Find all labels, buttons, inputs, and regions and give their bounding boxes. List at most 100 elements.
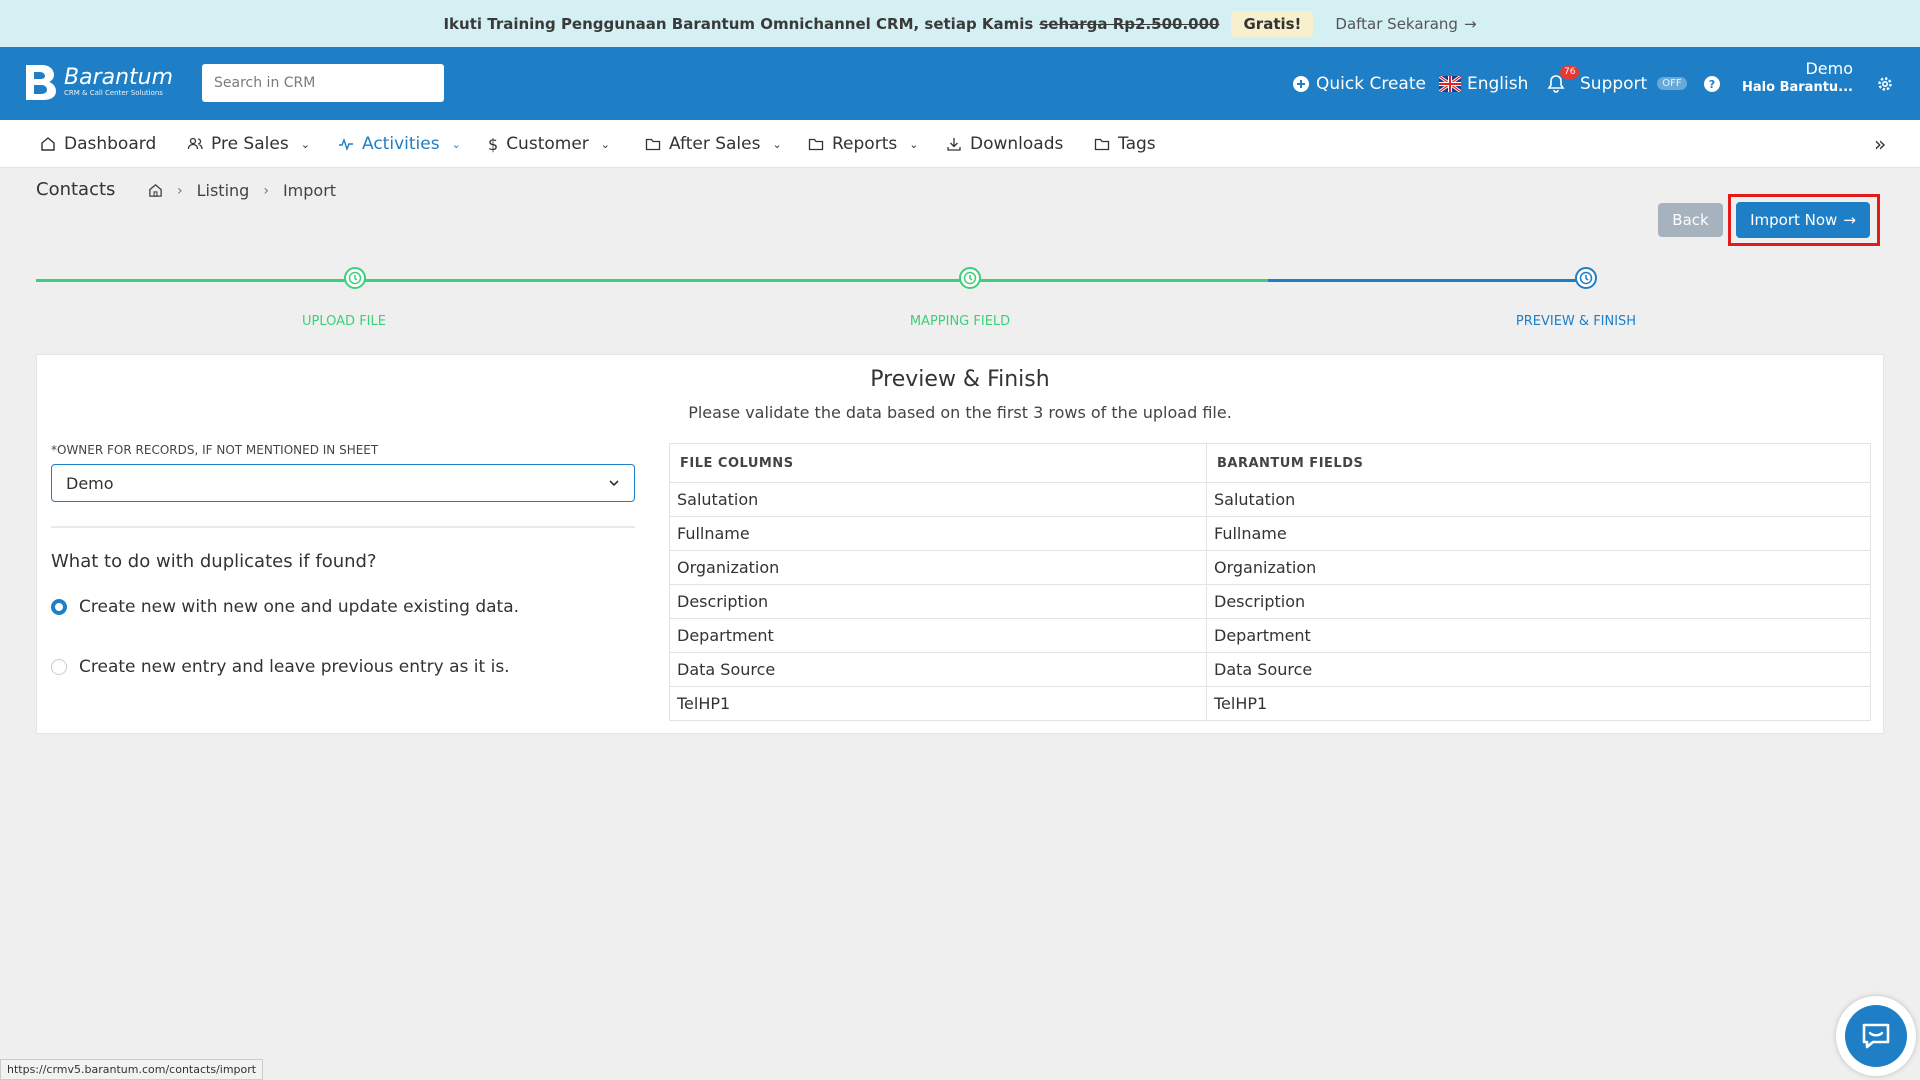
- preview-card: Preview & Finish Please validate the dat…: [36, 354, 1884, 734]
- search-input[interactable]: [202, 64, 444, 102]
- column-header: BARANTUM FIELDS: [1206, 443, 1871, 483]
- chat-widget-button[interactable]: [1836, 996, 1916, 1076]
- gear-icon: [1878, 76, 1892, 91]
- table-cell: Data Source: [669, 652, 1207, 687]
- main-nav: Dashboard Pre Sales ⌄ Activities ⌄ $ Cus…: [0, 120, 1920, 168]
- home-icon: [41, 137, 55, 151]
- duplicate-option-new[interactable]: Create new entry and leave previous entr…: [51, 657, 510, 677]
- nav-reports-label: Reports: [832, 134, 898, 154]
- table-row: Organization Organization: [669, 550, 1871, 585]
- table-row: Description Description: [669, 584, 1871, 619]
- logo[interactable]: Barantum CRM & Call Center Solutions: [24, 63, 173, 101]
- stepper-line-current: [1268, 279, 1586, 282]
- back-button[interactable]: Back: [1658, 203, 1723, 237]
- settings-button[interactable]: [1876, 47, 1894, 120]
- owner-select-value: Demo: [66, 473, 114, 493]
- column-header: FILE COLUMNS: [669, 443, 1207, 483]
- nav-after-sales-label: After Sales: [669, 134, 761, 154]
- preview-subtitle: Please validate the data based on the fi…: [688, 403, 1232, 422]
- support-label: Support: [1580, 73, 1648, 94]
- table-row: Data Source Data Source: [669, 652, 1871, 687]
- promo-link-label: Daftar Sekarang: [1335, 14, 1458, 33]
- radio-unselected[interactable]: [51, 659, 67, 675]
- language-selector[interactable]: English: [1439, 47, 1528, 120]
- preview-title: Preview & Finish: [870, 367, 1050, 392]
- table-row: Salutation Salutation: [669, 482, 1871, 517]
- table-cell: Fullname: [669, 516, 1207, 551]
- table-cell: Description: [1206, 584, 1871, 619]
- promo-register-link[interactable]: Daftar Sekarang →: [1335, 15, 1476, 33]
- table-cell: TelHP1: [669, 686, 1207, 721]
- divider: [51, 526, 635, 528]
- chevron-down-icon: ⌄: [300, 137, 310, 151]
- stepper-line-done: [36, 279, 1268, 282]
- nav-dashboard[interactable]: Dashboard: [40, 120, 156, 168]
- chevron-down-icon: ⌄: [451, 137, 461, 151]
- owner-label: *OWNER FOR RECORDS, IF NOT MENTIONED IN …: [51, 443, 379, 457]
- nav-customer-label: Customer: [506, 134, 589, 154]
- uk-flag-icon: [1439, 75, 1461, 92]
- folder-icon: [1094, 138, 1110, 151]
- step-upload-file-icon: [344, 267, 366, 289]
- plus-circle-icon: [1293, 75, 1309, 92]
- mapping-table: FILE COLUMNS BARANTUM FIELDS Salutation S…: [669, 443, 1871, 721]
- nav-pre-sales[interactable]: Pre Sales ⌄: [187, 120, 310, 168]
- promo-text: Ikuti Training Penggunaan Barantum Omnic…: [443, 14, 1034, 33]
- nav-activities[interactable]: Activities ⌄: [338, 120, 461, 168]
- logo-tagline: CRM & Call Center Solutions: [64, 88, 163, 97]
- nav-reports[interactable]: Reports ⌄: [808, 120, 918, 168]
- step-upload-file-label: UPLOAD FILE: [302, 314, 386, 329]
- users-icon: [187, 137, 203, 150]
- support-toggle[interactable]: Support OFF: [1580, 47, 1687, 120]
- table-row: Fullname Fullname: [669, 516, 1871, 551]
- activity-icon: [339, 137, 353, 152]
- nav-downloads[interactable]: Downloads: [946, 120, 1063, 168]
- dollar-icon: $: [488, 134, 499, 154]
- duplicate-option-update[interactable]: Create new with new one and update exist…: [51, 597, 519, 617]
- double-chevron-right-icon: »: [1874, 132, 1887, 156]
- table-cell: Salutation: [669, 482, 1207, 517]
- download-icon: [947, 138, 961, 151]
- home-icon[interactable]: [148, 183, 163, 198]
- breadcrumb: › Listing › Import: [148, 181, 336, 200]
- table-cell: Department: [669, 618, 1207, 653]
- quick-create-label: Quick Create: [1316, 73, 1426, 94]
- step-preview-finish-label: PREVIEW & FINISH: [1515, 314, 1637, 329]
- user-menu[interactable]: Demo Halo Barantu...: [1735, 59, 1853, 95]
- table-cell: Organization: [669, 550, 1207, 585]
- breadcrumb-listing[interactable]: Listing: [197, 181, 250, 200]
- quick-create-button[interactable]: Quick Create: [1292, 47, 1426, 120]
- breadcrumb-separator: ›: [263, 182, 269, 199]
- nav-tags[interactable]: Tags: [1094, 120, 1156, 168]
- nav-after-sales[interactable]: After Sales ⌄: [645, 120, 782, 168]
- step-preview-finish-icon: [1575, 267, 1597, 289]
- nav-dashboard-label: Dashboard: [64, 134, 157, 154]
- barantum-logo-icon: [26, 65, 56, 100]
- table-cell: Description: [669, 584, 1207, 619]
- nav-tags-label: Tags: [1118, 134, 1156, 154]
- import-now-label: Import Now: [1750, 211, 1838, 229]
- table-cell: Department: [1206, 618, 1871, 653]
- support-status-badge: OFF: [1657, 77, 1687, 90]
- user-name: Demo: [1805, 59, 1853, 78]
- folder-icon: [808, 138, 824, 151]
- owner-select[interactable]: Demo: [51, 464, 635, 502]
- nav-customer[interactable]: $ Customer ⌄: [488, 120, 610, 168]
- arrow-right-icon: →: [1463, 14, 1477, 33]
- arrow-right-icon: →: [1843, 211, 1856, 229]
- help-icon: ?: [1704, 75, 1720, 92]
- nav-expand-button[interactable]: »: [1874, 120, 1886, 168]
- import-now-button[interactable]: Import Now →: [1736, 202, 1870, 238]
- notifications-button[interactable]: 76: [1546, 47, 1580, 120]
- language-label: English: [1467, 73, 1529, 94]
- duplicate-option-update-label: Create new with new one and update exist…: [79, 597, 520, 617]
- top-header: Barantum CRM & Call Center Solutions Qui…: [0, 47, 1920, 120]
- radio-selected[interactable]: [51, 599, 67, 615]
- duplicates-question: What to do with duplicates if found?: [51, 551, 377, 572]
- nav-activities-label: Activities: [362, 134, 440, 154]
- step-mapping-field-icon: [959, 267, 981, 289]
- duplicate-option-new-label: Create new entry and leave previous entr…: [79, 657, 510, 677]
- table-cell: Salutation: [1206, 482, 1871, 517]
- help-button[interactable]: ?: [1703, 47, 1721, 120]
- table-header-row: FILE COLUMNS BARANTUM FIELDS: [669, 443, 1871, 483]
